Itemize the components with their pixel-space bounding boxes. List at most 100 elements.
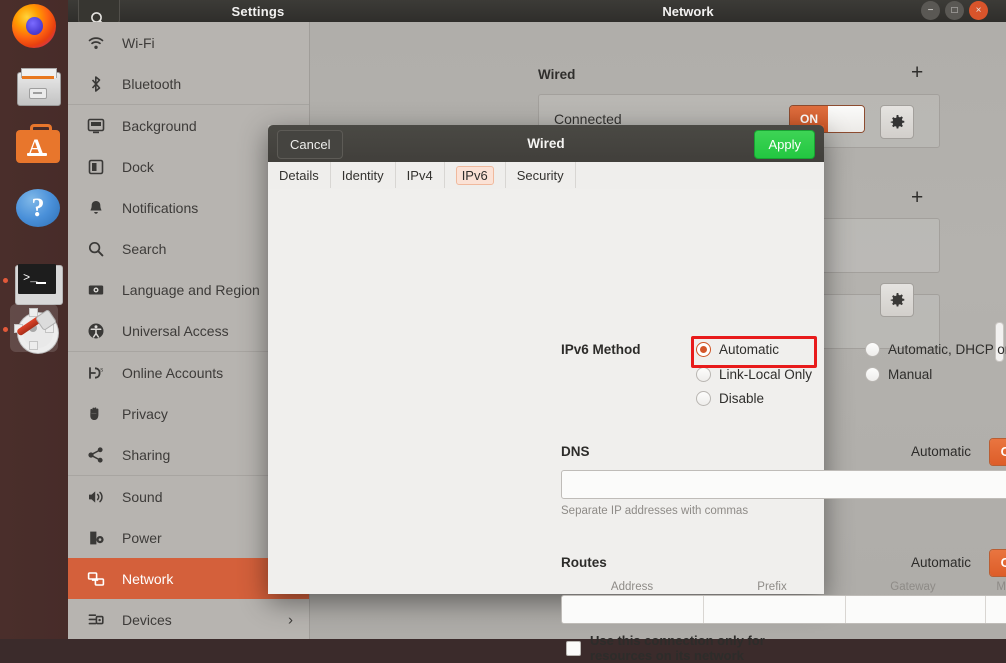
minimize-button[interactable]: −: [921, 1, 940, 20]
sidebar-item-devices[interactable]: Devices ›: [68, 599, 309, 640]
routes-automatic-toggle[interactable]: ON: [989, 549, 1006, 577]
dns-servers-input[interactable]: [561, 470, 1006, 499]
tab-label: Security: [517, 168, 564, 183]
close-button[interactable]: ×: [969, 1, 988, 20]
settings-icon: [14, 308, 54, 348]
tab-identity[interactable]: Identity: [331, 162, 396, 188]
wired-connection-dialog: Wired Cancel Apply Details Identity IPv4…: [268, 125, 824, 594]
radio-link-local-only[interactable]: Link-Local Only: [696, 367, 812, 382]
sidebar-item-bluetooth[interactable]: Bluetooth: [68, 63, 309, 104]
radio-label: Manual: [888, 367, 932, 382]
route-address-input[interactable]: [562, 596, 704, 623]
running-indicator-settings: [3, 327, 8, 332]
dock-item-files[interactable]: [10, 60, 58, 108]
radio-indicator: [865, 367, 880, 382]
settings-title: Settings: [138, 0, 378, 22]
dns-automatic-toggle[interactable]: ON: [989, 438, 1006, 466]
files-icon: [14, 64, 54, 104]
tab-label: IPv4: [407, 168, 433, 183]
routes-automatic-label: Automatic: [911, 555, 971, 570]
dock-item-terminal[interactable]: >_: [10, 256, 58, 304]
chevron-right-icon: ›: [288, 611, 293, 628]
maximize-button[interactable]: □: [945, 1, 964, 20]
routes-table-row: [561, 595, 1006, 624]
cancel-button[interactable]: Cancel: [277, 130, 343, 159]
sidebar-item-label: Dock: [122, 159, 154, 175]
window-titlebar: Settings Network − □ ×: [68, 0, 1006, 22]
routes-column-metric: Metric: [973, 581, 1006, 593]
radio-label: Automatic, DHCP only: [888, 342, 1006, 357]
route-gateway-input[interactable]: [846, 596, 986, 623]
restrict-connection-checkbox[interactable]: [566, 641, 581, 656]
dock-item-help[interactable]: ?: [10, 180, 58, 228]
running-indicator-terminal: [3, 278, 8, 283]
wired-section-heading: Wired: [538, 67, 575, 82]
restrict-connection-checkbox-row[interactable]: Use this connection only for resources o…: [566, 633, 824, 663]
dialog-tabbar: Details Identity IPv4 IPv6 Security: [268, 162, 824, 190]
apply-button[interactable]: Apply: [754, 130, 815, 159]
privacy-hand-icon: [87, 405, 105, 423]
sidebar-item-label: Privacy: [122, 406, 168, 422]
search-button[interactable]: [78, 0, 120, 24]
toggle-knob: [828, 106, 864, 132]
ipv6-method-label: IPv6 Method: [561, 342, 641, 357]
routes-column-gateway: Gateway: [854, 581, 972, 593]
bluetooth-icon: [87, 75, 105, 93]
wifi-icon: [87, 34, 105, 52]
tab-label: IPv6: [456, 166, 494, 185]
network-icon: [87, 570, 105, 588]
background-icon: [87, 117, 105, 135]
minimize-icon: −: [921, 1, 940, 20]
route-prefix-input[interactable]: [704, 596, 845, 623]
radio-automatic-dhcp-only[interactable]: Automatic, DHCP only: [865, 342, 1006, 357]
sidebar-item-label: Sound: [122, 489, 162, 505]
dialog-title: Wired: [268, 125, 824, 162]
dock-item-settings[interactable]: [10, 304, 58, 352]
close-icon: ×: [969, 1, 988, 20]
gear-icon: [889, 292, 906, 309]
network-panel-title: Network: [378, 0, 998, 22]
route-metric-input[interactable]: [986, 596, 1006, 623]
dock-item-firefox[interactable]: [10, 2, 58, 50]
sidebar-item-label: Search: [122, 241, 166, 257]
radio-indicator: [696, 367, 711, 382]
add-wired-connection-button[interactable]: +: [911, 62, 923, 83]
sidebar-item-label: Universal Access: [122, 323, 229, 339]
sidebar-item-wifi[interactable]: Wi-Fi: [68, 22, 309, 63]
routes-column-prefix: Prefix: [713, 581, 831, 593]
radio-label: Link-Local Only: [719, 367, 812, 382]
dns-automatic-label: Automatic: [911, 444, 971, 459]
tab-ipv6[interactable]: IPv6: [445, 162, 506, 188]
secondary-settings-button[interactable]: [880, 283, 914, 317]
tab-ipv4[interactable]: IPv4: [396, 162, 445, 188]
wired-connection-settings-button[interactable]: [880, 105, 914, 139]
sidebar-item-label: Notifications: [122, 200, 198, 216]
speaker-icon: [87, 488, 105, 506]
terminal-icon: >_: [14, 260, 54, 300]
sidebar-item-label: Devices: [122, 612, 172, 628]
radio-manual[interactable]: Manual: [865, 367, 932, 382]
radio-indicator: [696, 391, 711, 406]
maximize-icon: □: [945, 1, 964, 20]
gear-icon: [889, 114, 906, 131]
automatic-option-highlight: [691, 336, 817, 368]
tab-details[interactable]: Details: [268, 162, 331, 188]
tab-security[interactable]: Security: [506, 162, 576, 188]
power-icon: [87, 529, 105, 547]
sidebar-item-label: Background: [122, 118, 197, 134]
tab-label: Identity: [342, 168, 384, 183]
tab-label: Details: [279, 168, 319, 183]
routes-column-address: Address: [573, 581, 691, 593]
firefox-icon: [12, 4, 56, 48]
ubuntu-dock: A ? >_: [0, 0, 68, 639]
dialog-titlebar: Wired Cancel Apply: [268, 125, 824, 162]
dock-item-ubuntu-software[interactable]: A: [10, 118, 58, 166]
help-icon: ?: [14, 184, 54, 224]
online-accounts-icon: s: [87, 364, 105, 382]
share-icon: [87, 446, 105, 464]
radio-indicator: [865, 342, 880, 357]
accessibility-icon: [87, 322, 105, 340]
radio-disable[interactable]: Disable: [696, 391, 764, 406]
ubuntu-software-icon: A: [14, 122, 54, 162]
add-vpn-connection-button[interactable]: +: [911, 187, 923, 208]
